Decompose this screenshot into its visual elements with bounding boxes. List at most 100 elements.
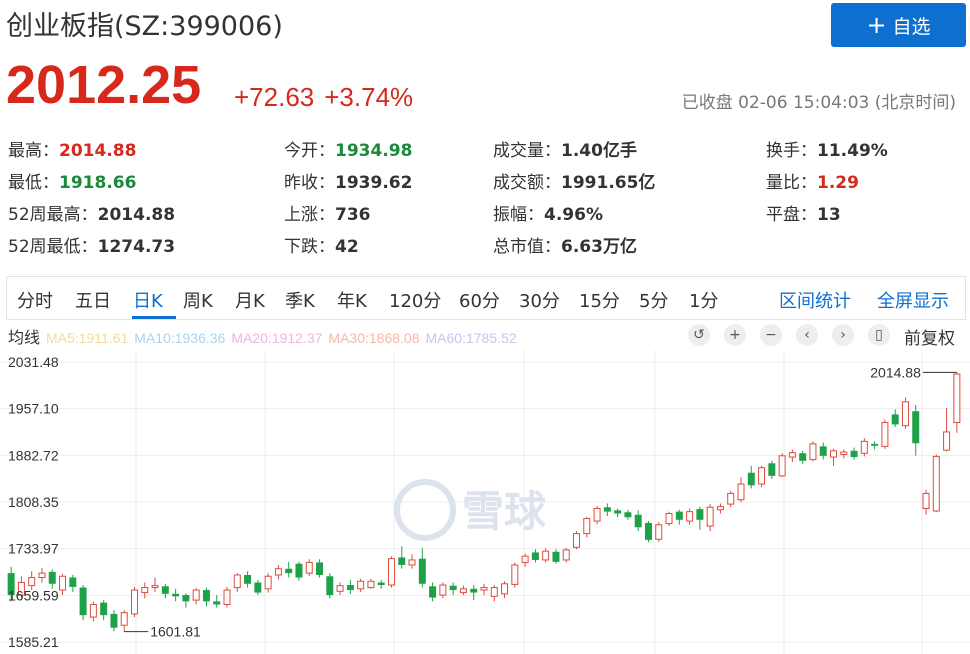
candle-body [943, 431, 951, 451]
stat-value: 1918.66 [59, 173, 137, 193]
candle-body [213, 601, 221, 605]
candle-body [809, 443, 817, 461]
tab-9[interactable]: 30分 [519, 287, 560, 313]
tab-11[interactable]: 5分 [639, 287, 668, 313]
candle-body [387, 558, 395, 586]
ma-item: MA20:1912.37 [231, 330, 323, 346]
stat-value: 4.96% [544, 205, 603, 225]
candle-body [716, 506, 724, 511]
stat-item: 上涨：736 [284, 200, 371, 225]
candle-body [758, 467, 766, 485]
stats-grid: 最高：2014.88 今开：1934.98 成交量：1.40亿手 换手：11.49% 最… [8, 136, 968, 264]
stat-label: 今开： [284, 141, 335, 161]
candle-body [686, 511, 694, 522]
period-tabs: 分时 五日 日K 周K 月K 季K 年K 120分 60分 30分 15分 5分 1分 区间统计 全屏显示 [6, 276, 966, 320]
active-tab-indicator [132, 316, 176, 319]
stat-label: 最低： [8, 173, 59, 193]
reset-icon[interactable]: ↺ [688, 324, 710, 346]
tab-10[interactable]: 15分 [579, 287, 620, 313]
tab-6[interactable]: 年K [337, 287, 367, 313]
current-price: 2012.25 [6, 55, 202, 115]
stat-item: 成交额：1991.65亿 [493, 168, 655, 193]
candle-body [69, 577, 77, 587]
candle-body [593, 507, 601, 522]
candle-body [100, 602, 108, 616]
candle-body [737, 483, 745, 501]
candle-body [552, 551, 560, 562]
candle-body [788, 452, 796, 458]
tab-2[interactable]: 日K [133, 287, 163, 313]
candle-body [521, 555, 529, 563]
candle-body [501, 583, 509, 595]
candle-body [377, 582, 385, 586]
y-tick-label: 1659.59 [8, 587, 59, 603]
candlestick-chart[interactable]: 雪球 2014.88 1601.81 2031.48 1957.10 1882.72 180… [0, 350, 970, 654]
candle-body [202, 590, 210, 602]
candle-body [459, 588, 467, 594]
stat-label: 量比： [766, 173, 817, 193]
stat-label: 振幅： [493, 205, 544, 225]
candle-body [316, 562, 324, 575]
tab-7[interactable]: 120分 [389, 287, 441, 313]
candle-body [38, 572, 46, 579]
candle-body [449, 585, 457, 591]
stat-value: 1.29 [817, 173, 859, 193]
watermark-logo [394, 479, 456, 541]
candle-body [439, 584, 447, 596]
tab-3[interactable]: 周K [183, 287, 213, 313]
candle-body [840, 451, 848, 456]
adjust-mode-button[interactable]: 前复权 [904, 324, 955, 349]
stat-value: 2014.88 [59, 141, 137, 161]
candle-body [244, 574, 252, 584]
zoom-out-icon[interactable]: − [760, 324, 782, 346]
candle-body [768, 463, 776, 476]
candle-body [429, 586, 437, 598]
candle-body [182, 595, 190, 602]
y-tick-label: 1882.72 [8, 447, 59, 463]
tab-5[interactable]: 季K [285, 287, 315, 313]
stat-value: 6.63万亿 [561, 237, 637, 257]
tab-8[interactable]: 60分 [459, 287, 500, 313]
candle-body [665, 513, 673, 525]
high-marker-label: 2014.88 [870, 364, 921, 380]
y-tick-label: 1585.21 [8, 634, 59, 650]
ma-item: MA10:1936.36 [134, 330, 226, 346]
tab-4[interactable]: 月K [235, 287, 265, 313]
candle-body [326, 576, 334, 596]
candle-body [511, 564, 519, 585]
candle-body [727, 492, 735, 505]
candle-body [398, 557, 406, 565]
y-tick-label: 2031.48 [8, 354, 59, 370]
stat-item: 换手：11.49% [766, 136, 888, 161]
stat-item: 今开：1934.98 [284, 136, 412, 161]
candle-body [120, 612, 128, 626]
candle-body [860, 440, 868, 454]
candle-body [922, 492, 930, 509]
candle-body [901, 401, 909, 427]
candle-body [305, 561, 313, 574]
fullscreen-link[interactable]: 全屏显示 [877, 287, 949, 313]
stat-value: 13 [817, 205, 841, 225]
stat-item: 最高：2014.88 [8, 136, 136, 161]
zoom-in-icon[interactable]: + [724, 324, 746, 346]
candle-body [28, 577, 36, 587]
watch-button-label: 自选 [892, 15, 931, 38]
next-icon[interactable]: › [832, 324, 854, 346]
candle-body [264, 575, 272, 590]
stat-item: 最低：1918.66 [8, 168, 136, 193]
ma-legend: 均线 MA5:1911.61 MA10:1936.36 MA20:1912.37 MA3… [8, 324, 523, 347]
prev-icon[interactable]: ‹ [796, 324, 818, 346]
add-to-watchlist-button[interactable]: + 自选 [831, 3, 966, 47]
plus-icon: + [866, 11, 887, 39]
stat-item: 平盘：13 [766, 200, 841, 225]
candle-body [850, 450, 858, 458]
tab-0[interactable]: 分时 [17, 287, 53, 313]
range-stats-link[interactable]: 区间统计 [779, 287, 851, 313]
tab-12[interactable]: 1分 [689, 287, 718, 313]
candle-body [357, 580, 365, 590]
candle-type-icon[interactable]: ▯ [868, 324, 890, 346]
candle-body [871, 443, 879, 446]
candle-body [614, 510, 622, 514]
tab-1[interactable]: 五日 [75, 287, 111, 313]
stat-item: 52周最低：1274.73 [8, 232, 175, 257]
